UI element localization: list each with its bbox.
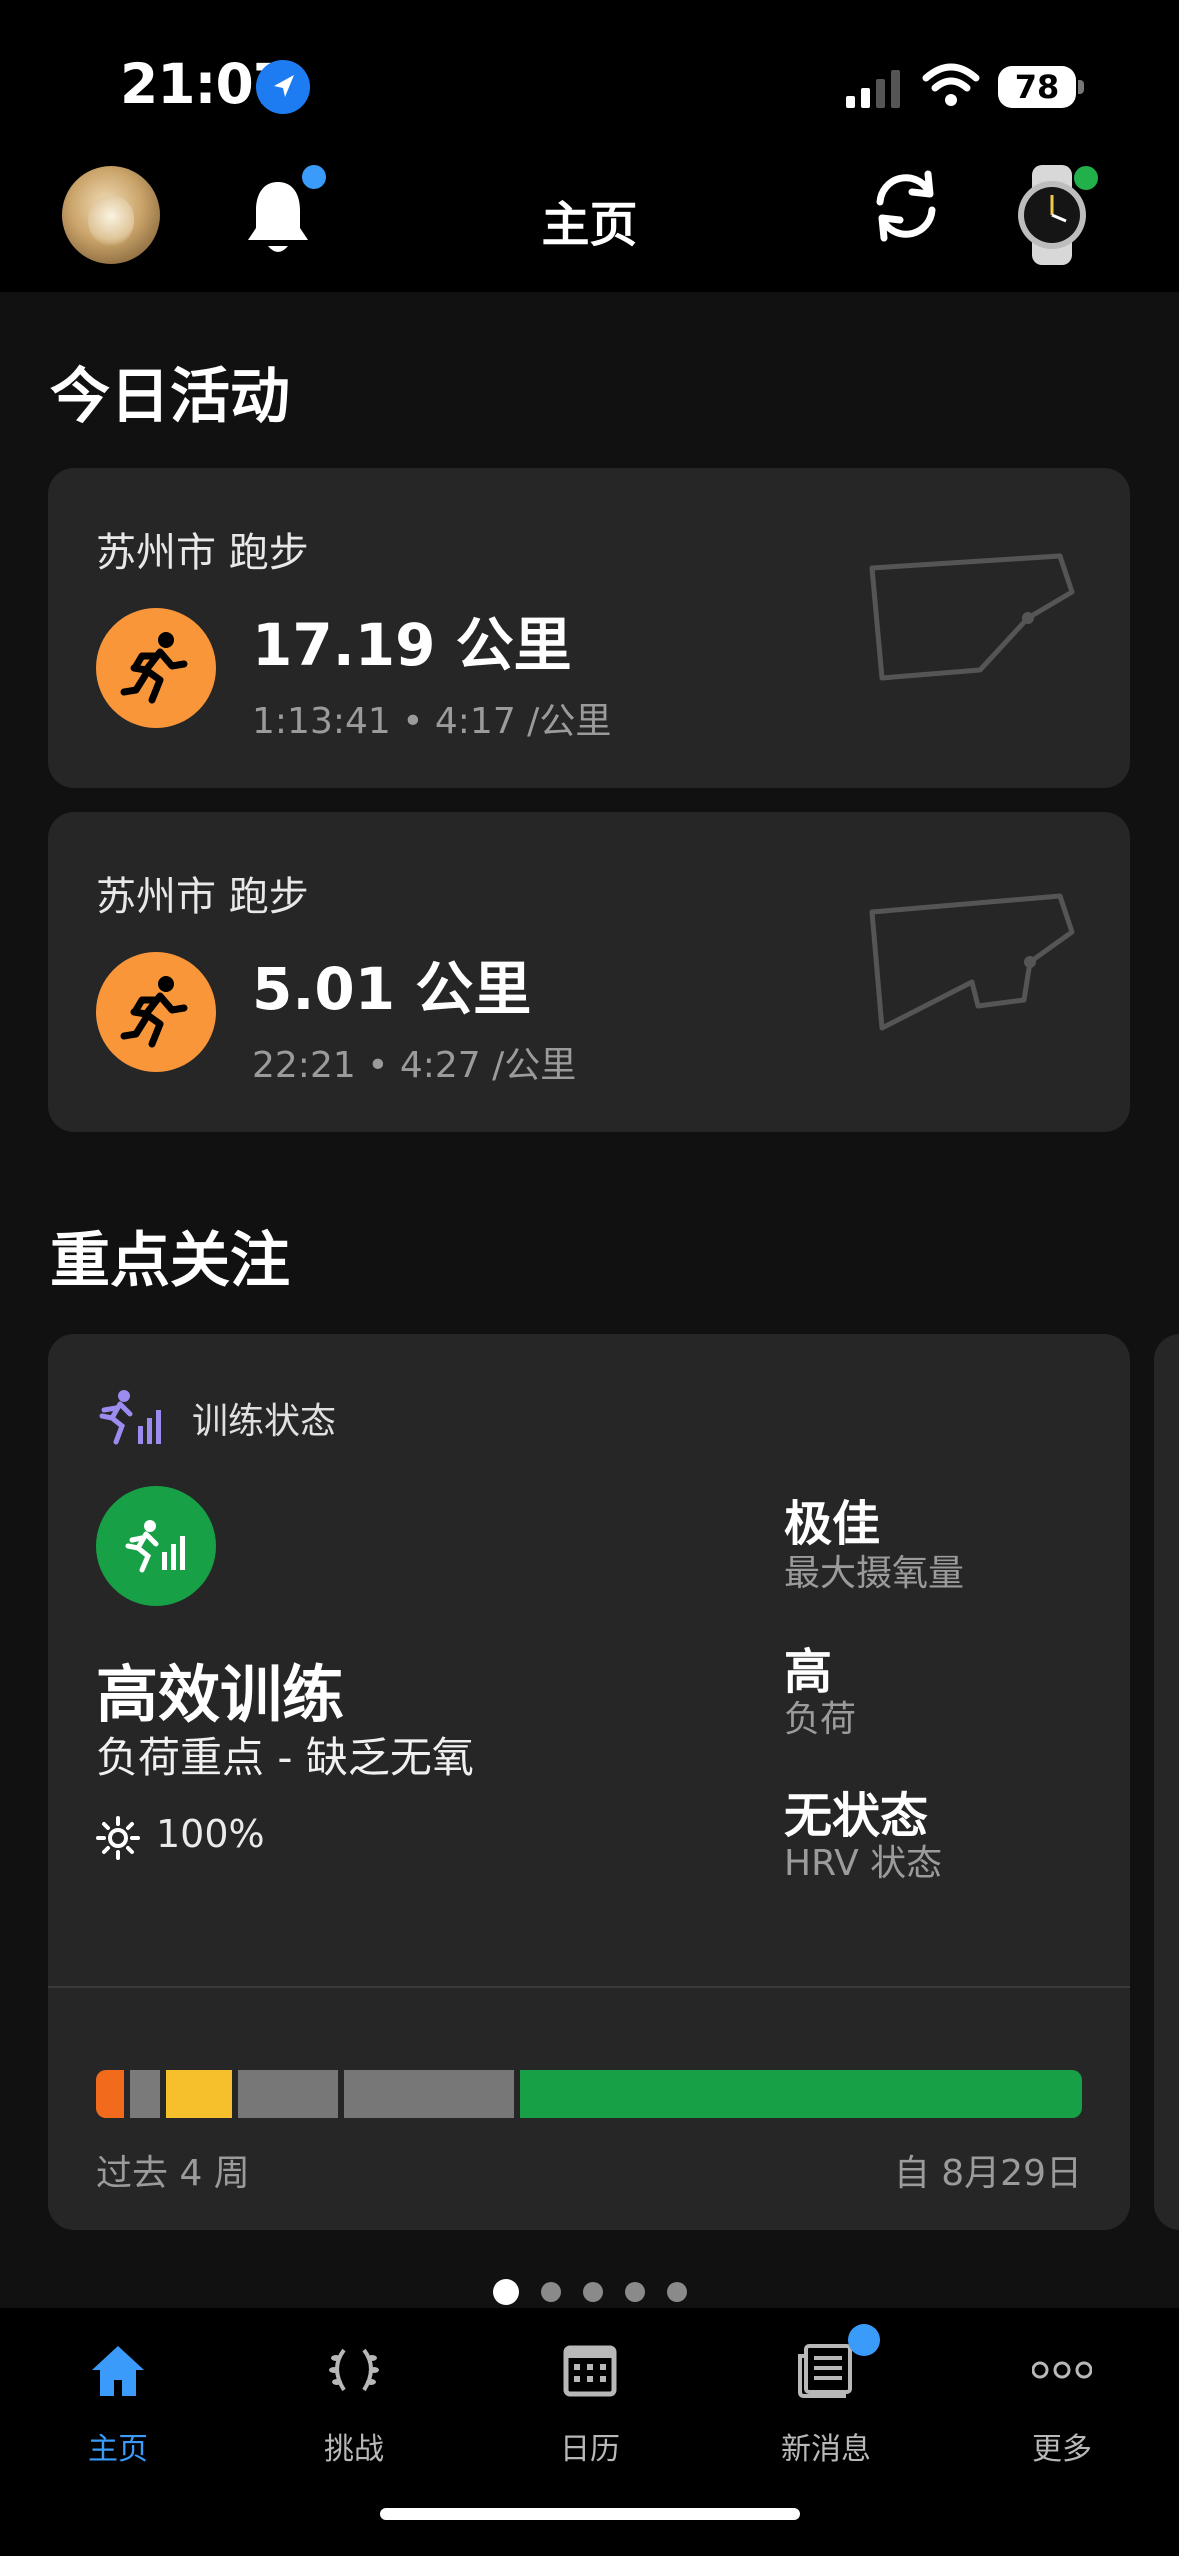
next-card-peek[interactable]: [1154, 1334, 1179, 2230]
vo2max-label: 最大摄氧量: [784, 1553, 965, 1594]
news-badge: [848, 2324, 880, 2356]
hrv-label: HRV 状态: [784, 1843, 943, 1884]
activity-location: 苏州市 跑步: [96, 874, 309, 920]
page-dot[interactable]: [667, 2282, 687, 2302]
page-dot[interactable]: [625, 2282, 645, 2302]
activity-distance: 5.01 公里: [252, 955, 532, 1023]
home-icon: [88, 2340, 148, 2400]
laurel-icon: [324, 2340, 384, 2400]
tab-more[interactable]: 更多: [944, 2308, 1179, 2508]
battery-tip: [1078, 80, 1084, 94]
top-bar: 21:07 78 主页: [0, 0, 1179, 292]
cellular-signal-icon: [846, 68, 906, 108]
route-map-thumbnail: [869, 553, 1075, 681]
page-dot[interactable]: [541, 2282, 561, 2302]
status-bar-segment: [520, 2070, 1082, 2118]
productive-icon: [96, 1486, 216, 1606]
activity-meta: 1:13:41 • 4:17 /公里: [252, 701, 612, 742]
tab-label: 新消息: [781, 2432, 871, 2467]
card-divider: [48, 1986, 1130, 1988]
tab-label: 更多: [1032, 2432, 1092, 2467]
tab-news[interactable]: 新消息: [708, 2308, 944, 2508]
tab-home[interactable]: 主页: [0, 2308, 236, 2508]
past-weeks-label: 过去 4 周: [96, 2153, 250, 2194]
training-status-value: 高效训练: [96, 1658, 345, 1731]
load-label: 负荷: [784, 1699, 857, 1740]
tab-label: 挑战: [324, 2432, 384, 2467]
more-icon: [1031, 2340, 1093, 2400]
tab-label: 日历: [560, 2432, 620, 2467]
status-bar-segment: [166, 2070, 232, 2118]
connected-dot: [1074, 166, 1098, 190]
activity-meta: 22:21 • 4:27 /公里: [252, 1045, 577, 1086]
focus-heading: 重点关注: [50, 1226, 290, 1296]
status-bar-segment: [130, 2070, 160, 2118]
acclimation-percent: 100%: [156, 1812, 265, 1856]
sync-icon[interactable]: [866, 166, 946, 246]
today-heading: 今日活动: [50, 362, 290, 432]
activity-location: 苏州市 跑步: [96, 530, 309, 576]
page-dot-active[interactable]: [493, 2279, 519, 2305]
page-title: 主页: [541, 197, 638, 253]
tab-challenges[interactable]: 挑战: [236, 2308, 472, 2508]
route-map-thumbnail: [869, 893, 1075, 1031]
training-status-card[interactable]: 训练状态 高效训练 负荷重点 - 缺乏无氧 100% 极佳 最大摄氧量 高 负荷…: [48, 1334, 1130, 2230]
wifi-icon: [922, 62, 980, 108]
since-date-label: 自 8月29日: [893, 2153, 1082, 2194]
news-icon: [796, 2340, 856, 2400]
activity-distance: 17.19 公里: [252, 611, 572, 679]
training-status-icon: [96, 1388, 166, 1448]
running-icon: [96, 952, 216, 1072]
tab-label: 主页: [88, 2432, 148, 2467]
location-arrow-icon: [256, 60, 310, 114]
battery-indicator: 78: [998, 66, 1076, 108]
calendar-icon: [560, 2340, 620, 2400]
tab-calendar[interactable]: 日历: [472, 2308, 708, 2508]
page-dot[interactable]: [583, 2282, 603, 2302]
status-bar-segment: [238, 2070, 338, 2118]
status-bar-segment: [344, 2070, 514, 2118]
training-load-focus: 负荷重点 - 缺乏无氧: [96, 1733, 474, 1782]
activity-card-2[interactable]: 苏州市 跑步 5.01 公里 22:21 • 4:27 /公里: [48, 812, 1130, 1132]
status-bar-segment: [96, 2070, 124, 2118]
home-indicator[interactable]: [380, 2508, 800, 2520]
sun-icon: [96, 1816, 140, 1860]
activity-card-1[interactable]: 苏州市 跑步 17.19 公里 1:13:41 • 4:17 /公里: [48, 468, 1130, 788]
running-icon: [96, 608, 216, 728]
training-status-label: 训练状态: [192, 1401, 337, 1442]
